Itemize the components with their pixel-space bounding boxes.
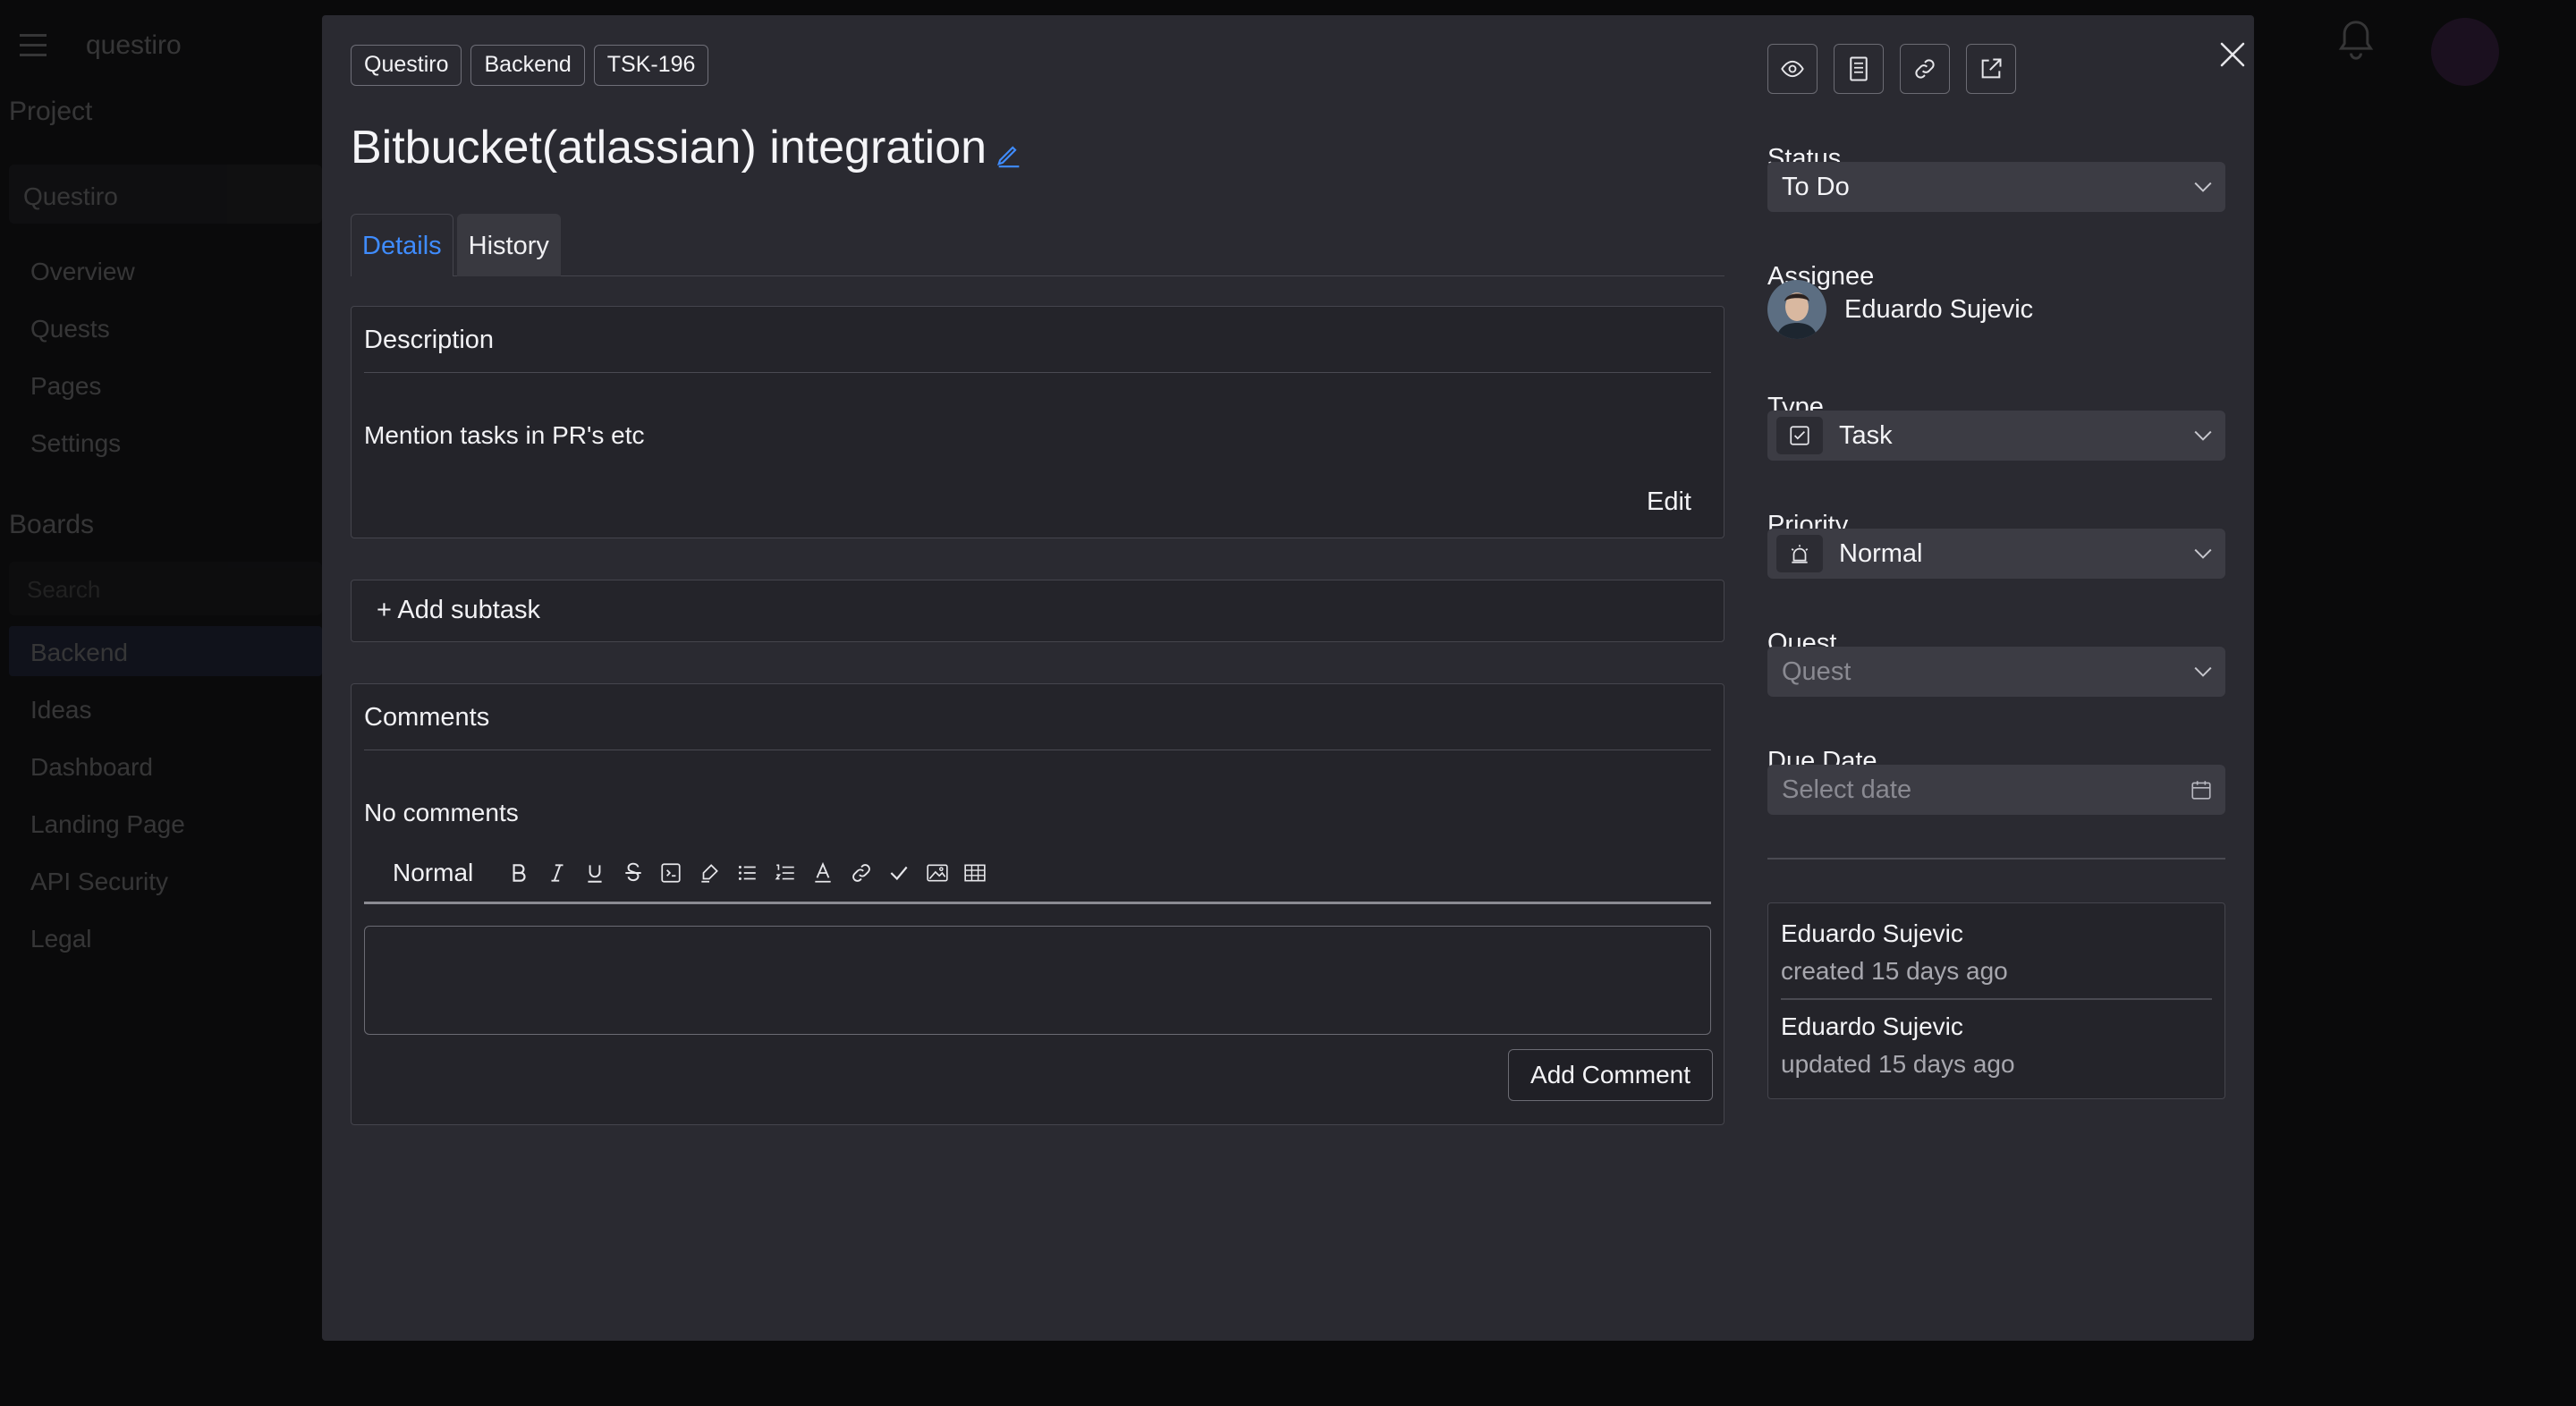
text-color-icon[interactable] xyxy=(809,860,836,886)
code-block-icon[interactable] xyxy=(657,860,684,886)
checkbox-icon xyxy=(1776,417,1823,454)
quest-placeholder: Quest xyxy=(1782,656,1852,686)
activity-meta: created 15 days ago xyxy=(1781,957,2008,985)
chevron-down-icon xyxy=(2194,430,2212,441)
breadcrumb-task-id[interactable]: TSK-196 xyxy=(593,45,709,86)
breadcrumb-project[interactable]: Questiro xyxy=(351,45,462,86)
strikethrough-icon[interactable] xyxy=(620,860,647,886)
board-item: API Security xyxy=(30,868,169,895)
comment-editor[interactable] xyxy=(364,926,1711,1035)
checklist-icon[interactable] xyxy=(886,860,912,886)
sidebar: Project Questiro Overview Quests Pages S… xyxy=(0,93,322,1345)
assignee-name: Eduardo Sujevic xyxy=(1844,294,2034,324)
table-icon[interactable] xyxy=(962,860,988,886)
user-avatar xyxy=(2431,18,2499,86)
editor-toolbar: Normal xyxy=(364,843,1711,904)
board-item: Backend xyxy=(30,639,128,666)
link-icon xyxy=(1915,59,1935,79)
alarm-icon xyxy=(1776,535,1823,572)
bell-icon xyxy=(2338,21,2374,60)
chevron-down-icon xyxy=(2194,548,2212,559)
tab-history[interactable]: History xyxy=(456,214,561,276)
app-name: questiro xyxy=(86,30,182,60)
nav-quests: Quests xyxy=(30,315,110,343)
add-subtask-button[interactable]: + Add subtask xyxy=(351,580,1724,642)
task-title: Bitbucket(atlassian) integration xyxy=(351,122,987,174)
no-comments-text: No comments xyxy=(364,799,519,826)
assignee-avatar xyxy=(1767,280,1826,339)
status-select[interactable]: To Do xyxy=(1767,162,2225,212)
task-title-row: Bitbucket(atlassian) integration xyxy=(351,121,1024,174)
watch-button[interactable] xyxy=(1767,44,1818,94)
board-item: Ideas xyxy=(30,696,92,724)
nav-settings: Settings xyxy=(30,429,122,457)
activity-user: Eduardo Sujevic xyxy=(1781,1012,1963,1040)
nav-pages: Pages xyxy=(30,372,102,400)
priority-value: Normal xyxy=(1839,538,1923,568)
format-select[interactable]: Normal xyxy=(393,859,473,887)
type-value: Task xyxy=(1839,420,1893,450)
chevron-down-icon xyxy=(2194,666,2212,677)
menu-icon xyxy=(20,34,47,57)
bold-icon[interactable] xyxy=(505,860,532,886)
board-item: Landing Page xyxy=(30,810,185,838)
add-comment-button[interactable]: Add Comment xyxy=(1508,1049,1713,1101)
italic-icon[interactable] xyxy=(544,860,571,886)
assignee-field[interactable]: Eduardo Sujevic xyxy=(1767,280,2033,339)
ordered-list-icon[interactable] xyxy=(772,860,799,886)
task-modal: Questiro Backend TSK-196 Bitbucket(atlas… xyxy=(322,15,2254,1341)
underline-icon[interactable] xyxy=(581,860,608,886)
bullet-list-icon[interactable] xyxy=(733,860,760,886)
pencil-icon[interactable] xyxy=(994,139,1024,169)
description-text: Mention tasks in PR's etc xyxy=(364,421,645,449)
document-icon xyxy=(1850,56,1868,81)
activity-divider xyxy=(1781,998,2212,1000)
edit-description-button[interactable]: Edit xyxy=(1647,487,1691,517)
breadcrumb: Questiro Backend TSK-196 xyxy=(351,45,709,86)
board-item: Dashboard xyxy=(30,753,153,781)
status-value: To Do xyxy=(1782,172,1850,201)
chevron-down-icon xyxy=(2194,182,2212,192)
external-link-icon xyxy=(1981,58,2002,79)
comments-header: Comments xyxy=(364,684,1711,750)
breadcrumb-board[interactable]: Backend xyxy=(470,45,585,86)
task-tabs: Details History xyxy=(351,214,1724,276)
due-date-picker[interactable]: Select date xyxy=(1767,765,2225,815)
activity-meta: updated 15 days ago xyxy=(1781,1050,2015,1078)
calendar-icon xyxy=(2191,781,2211,800)
due-date-placeholder: Select date xyxy=(1782,775,1912,804)
activity-item: Eduardo Sujevic created 15 days ago xyxy=(1781,919,2008,986)
tab-details[interactable]: Details xyxy=(351,214,453,276)
type-select[interactable]: Task xyxy=(1767,411,2225,461)
project-label: Project xyxy=(9,97,93,126)
activity-item: Eduardo Sujevic updated 15 days ago xyxy=(1781,1012,2015,1079)
close-icon[interactable] xyxy=(2206,28,2259,81)
task-actions xyxy=(1767,44,2016,94)
boards-search: Search xyxy=(9,562,322,615)
image-icon[interactable] xyxy=(924,860,951,886)
priority-select[interactable]: Normal xyxy=(1767,529,2225,579)
eye-icon xyxy=(1781,60,1804,78)
divider xyxy=(1767,858,2225,860)
activity-user: Eduardo Sujevic xyxy=(1781,919,1963,947)
open-external-button[interactable] xyxy=(1966,44,2016,94)
link-icon[interactable] xyxy=(848,860,875,886)
boards-label: Boards xyxy=(9,510,95,539)
comments-card: Comments No comments Normal Add Comment xyxy=(351,683,1724,1125)
description-card: Description Mention tasks in PR's etc Ed… xyxy=(351,306,1724,538)
nav-overview: Overview xyxy=(30,258,135,285)
highlight-icon[interactable] xyxy=(696,860,723,886)
description-header: Description xyxy=(364,307,1711,373)
copy-link-button[interactable] xyxy=(1900,44,1950,94)
quest-select[interactable]: Quest xyxy=(1767,647,2225,697)
activity-log: Eduardo Sujevic created 15 days ago Edua… xyxy=(1767,902,2225,1099)
project-select: Questiro xyxy=(9,165,322,224)
document-button[interactable] xyxy=(1834,44,1884,94)
board-item: Legal xyxy=(30,925,92,953)
